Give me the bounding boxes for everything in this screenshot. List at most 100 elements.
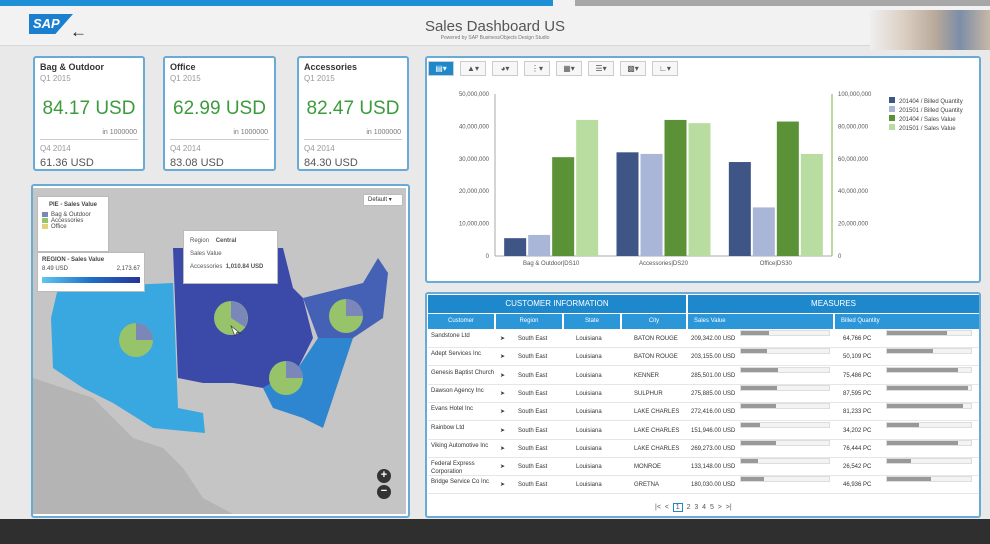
- cell-state: Louisiana: [576, 409, 602, 416]
- pager-page-3[interactable]: 3: [694, 504, 698, 511]
- y-tick-left: 20,000,000: [459, 189, 490, 195]
- col-header-region[interactable]: Region: [496, 314, 562, 329]
- sales-bar: [741, 422, 761, 427]
- pager-first[interactable]: |<: [655, 504, 661, 511]
- kpi-tile-accessories[interactable]: Accessories Q1 2015 82.47 USD in 1000000…: [297, 56, 409, 171]
- sales-bar: [741, 349, 768, 354]
- top-accent-strip: [0, 0, 553, 6]
- legend-swatch: [889, 124, 895, 130]
- col-header-customer[interactable]: Customer: [428, 314, 494, 329]
- map-view-dropdown[interactable]: Default ▾: [363, 194, 403, 206]
- cell-state: Louisiana: [576, 445, 602, 452]
- region-legend-max: 2,173.67: [116, 266, 140, 272]
- legend-label: 201404 / Sales Value: [899, 117, 956, 123]
- page-title: Sales Dashboard US: [424, 18, 566, 35]
- sales-bar-track: [740, 384, 830, 391]
- col-header-state[interactable]: State: [564, 314, 620, 329]
- scatter-icon[interactable]: ⋮▾: [524, 61, 550, 76]
- legend-label: 201404 / Billed Quantity: [899, 99, 963, 105]
- cell-sales: 151,946.00 USD: [691, 427, 736, 434]
- pager-page-4[interactable]: 4: [702, 504, 706, 511]
- sales-bar: [741, 404, 777, 409]
- pager-page-2[interactable]: 2: [687, 504, 691, 511]
- kpi-prev-value: 83.08 USD: [170, 157, 224, 169]
- cell-city: KENNER: [634, 372, 660, 379]
- kpi-prev-period: Q4 2014: [170, 144, 201, 153]
- map-pin-icon: ➤: [500, 354, 506, 361]
- y-tick-left: 50,000,000: [459, 92, 490, 98]
- kpi-unit: in 1000000: [233, 129, 268, 136]
- cell-customer: Federal Express Corporation: [431, 461, 475, 476]
- bar-0-3: [576, 119, 599, 256]
- cell-customer: Viking Automotive Inc: [431, 442, 489, 449]
- kpi-prev-value: 84.30 USD: [304, 157, 358, 169]
- map-pin-icon: ➤: [500, 336, 506, 342]
- axis-icon[interactable]: ∟▾: [652, 61, 678, 76]
- sales-bar-track: [740, 439, 830, 446]
- table-row[interactable]: Rainbow Ltd ➤ South East Louisiana LAKE CHAR…: [428, 421, 979, 440]
- bar-1-2: [664, 119, 687, 256]
- table-row[interactable]: Dawson Agency Inc ➤ South East Louisiana SUL…: [428, 384, 979, 403]
- kpi-tile-bag-outdoor[interactable]: Bag & Outdoor Q1 2015 84.17 USD in 10000…: [33, 56, 145, 171]
- pie-chart-icon[interactable]: ◕▾: [492, 61, 518, 76]
- cell-qty: 87,595 PC: [843, 390, 872, 397]
- table-row[interactable]: Viking Automotive Inc ➤ South East Louisian…: [428, 439, 979, 458]
- bar-0-0: [504, 238, 527, 256]
- qty-bar-track: [886, 476, 972, 483]
- col-header-qty[interactable]: Billed Quantity: [835, 314, 979, 329]
- pager-prev[interactable]: <: [665, 504, 669, 511]
- tooltip-region-row: Region Central: [190, 235, 271, 248]
- bar-chart-icon[interactable]: ▤▾: [428, 61, 454, 76]
- sales-bar: [741, 477, 764, 482]
- col-header-city[interactable]: City: [622, 314, 686, 329]
- cell-qty: 75,486 PC: [843, 372, 872, 379]
- y-tick-left: 10,000,000: [459, 222, 490, 228]
- qty-bar: [887, 440, 959, 445]
- map-icon[interactable]: ▦▾: [556, 61, 582, 76]
- bar-2-3: [800, 153, 823, 256]
- map-pin-icon: ➤: [500, 390, 506, 397]
- legend-swatch: [889, 97, 895, 103]
- us-map[interactable]: PIE - Sales Value Bag & Outdoor Accessor…: [33, 188, 406, 514]
- bar-0-1: [528, 234, 551, 256]
- table-row[interactable]: Genesis Baptist Church ➤ South East Louisia…: [428, 366, 979, 385]
- x-tick-label: Office|DS30: [760, 261, 793, 267]
- table-row[interactable]: Bridge Service Co Inc ➤ South East Louisian…: [428, 476, 979, 495]
- table-row[interactable]: Adept Services Inc ➤ South East Louisiana BA…: [428, 348, 979, 367]
- cell-region: South East: [518, 354, 548, 361]
- table-row[interactable]: Sandstone Ltd ➤ South East Louisiana BATON R…: [428, 330, 979, 348]
- cell-state: Louisiana: [576, 427, 602, 434]
- pager-page-5[interactable]: 5: [710, 504, 714, 511]
- cell-city: BATON ROUGE: [634, 354, 678, 361]
- pie-legend: PIE - Sales Value Bag & Outdoor Accessor…: [37, 196, 109, 252]
- bar-1-1: [640, 153, 663, 256]
- qty-bar: [887, 367, 958, 372]
- legend-swatch: [42, 218, 48, 224]
- pager-page-1[interactable]: 1: [672, 503, 683, 512]
- pager-last[interactable]: >|: [726, 504, 732, 511]
- qty-bar-track: [886, 366, 972, 373]
- tooltip-acc-label: Accessories: [190, 264, 223, 270]
- pager-next[interactable]: >: [718, 504, 722, 511]
- cell-customer: Genesis Baptist Church: [431, 369, 495, 376]
- cell-customer: Evans Hotel Inc: [431, 406, 474, 413]
- kpi-value: 62.99 USD: [173, 98, 266, 119]
- table-row[interactable]: Federal Express Corporation ➤ South East Lo…: [428, 458, 979, 477]
- bar-2-2: [776, 121, 799, 256]
- cell-sales: 285,501.00 USD: [691, 372, 736, 379]
- x-tick-label: Accessories|DS20: [639, 261, 689, 267]
- zoom-out-button[interactable]: −: [377, 485, 391, 499]
- stack-icon[interactable]: ▩▾: [620, 61, 646, 76]
- qty-bar: [887, 385, 969, 390]
- zoom-in-button[interactable]: +: [377, 469, 391, 483]
- kpi-tile-office[interactable]: Office Q1 2015 62.99 USD in 1000000 Q4 2…: [163, 56, 276, 171]
- y-tick-right: 100,000,000: [838, 92, 872, 98]
- area-chart-icon[interactable]: ▲▾: [460, 61, 486, 76]
- col-header-sales[interactable]: Sales Value: [688, 314, 833, 329]
- map-pin-icon: ➤: [500, 445, 506, 452]
- qty-bar-track: [886, 330, 972, 336]
- qty-bar: [887, 459, 912, 464]
- sales-bar: [741, 385, 778, 390]
- table-row[interactable]: Evans Hotel Inc ➤ South East Louisiana LAKE …: [428, 403, 979, 422]
- sort-icon[interactable]: ☰▾: [588, 61, 614, 76]
